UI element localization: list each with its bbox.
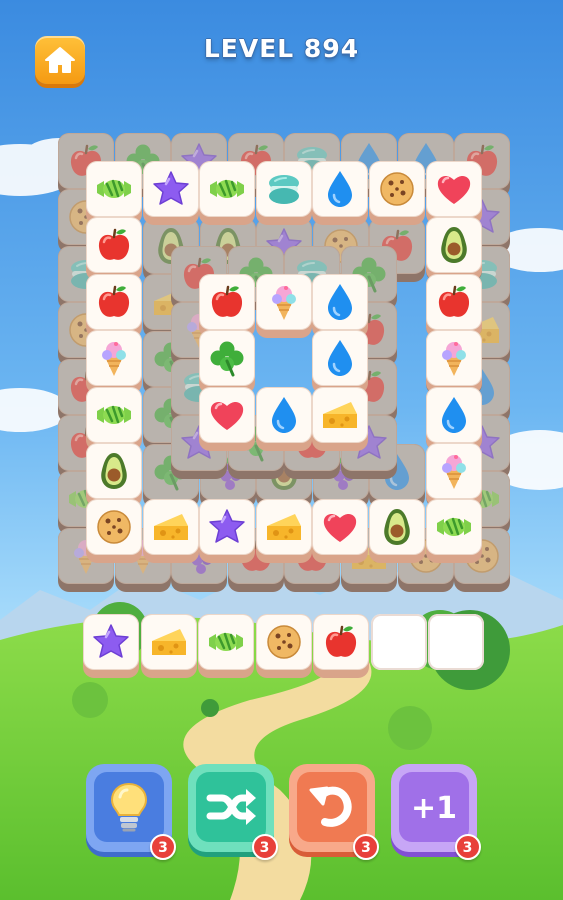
tray-slot-empty bbox=[428, 614, 484, 670]
star-icon bbox=[209, 509, 245, 544]
tile-heart[interactable] bbox=[425, 161, 482, 225]
tile-candy[interactable] bbox=[86, 161, 142, 225]
tile-cookie[interactable] bbox=[86, 499, 142, 564]
cookie-icon bbox=[380, 172, 414, 206]
tile-apple[interactable] bbox=[199, 274, 255, 338]
star-icon bbox=[93, 624, 129, 658]
tile-ice-cream[interactable] bbox=[255, 274, 312, 338]
tile-water-drop[interactable] bbox=[312, 161, 369, 225]
heart-icon bbox=[210, 401, 244, 430]
ice-cream-icon bbox=[102, 342, 126, 377]
tile-star[interactable] bbox=[199, 499, 256, 564]
macaron-icon bbox=[268, 175, 299, 204]
cookie-icon bbox=[266, 625, 301, 659]
tile-water-drop[interactable] bbox=[425, 386, 482, 451]
water-drop-icon bbox=[271, 396, 296, 433]
water-drop-icon bbox=[441, 396, 466, 433]
tile-ice-cream[interactable] bbox=[425, 443, 482, 507]
water-drop-icon bbox=[328, 340, 353, 377]
tile-water-drop[interactable] bbox=[312, 274, 369, 338]
tile-heart[interactable] bbox=[312, 499, 369, 564]
tile-ice-cream[interactable] bbox=[425, 330, 482, 395]
apple-icon bbox=[211, 285, 243, 317]
booster-count-badge: 3 bbox=[150, 834, 176, 860]
cookie-icon bbox=[97, 510, 131, 545]
shuffle-icon bbox=[206, 789, 256, 825]
tile-candy[interactable] bbox=[86, 386, 142, 451]
apple-icon bbox=[98, 285, 130, 317]
tile-apple[interactable] bbox=[86, 217, 142, 282]
clover-icon bbox=[210, 341, 244, 377]
undo-booster-button[interactable]: 3 bbox=[289, 764, 379, 860]
candy-icon bbox=[97, 179, 131, 198]
tile-candy[interactable] bbox=[425, 499, 482, 564]
tray-slot-candy[interactable] bbox=[198, 614, 254, 678]
candy-icon bbox=[210, 179, 245, 198]
tile-ice-cream[interactable] bbox=[86, 330, 142, 395]
plus-one-icon: +1 bbox=[410, 791, 456, 826]
booster-count-badge: 3 bbox=[353, 834, 379, 860]
tile-avocado[interactable] bbox=[86, 443, 142, 507]
tile-macaron[interactable] bbox=[255, 161, 312, 225]
tile-apple[interactable] bbox=[425, 273, 482, 338]
water-drop-icon bbox=[328, 284, 353, 320]
tray-slot-empty bbox=[370, 614, 427, 670]
tile-candy[interactable] bbox=[199, 161, 256, 225]
cheese-icon bbox=[151, 629, 186, 655]
plus-one-label: +1 bbox=[410, 791, 456, 826]
lightbulb-icon bbox=[110, 782, 148, 832]
tile-clover[interactable] bbox=[199, 330, 255, 395]
add-slot-booster-button[interactable]: +1 3 bbox=[390, 764, 481, 860]
tile-water-drop[interactable] bbox=[255, 386, 312, 451]
heart-icon bbox=[324, 514, 357, 543]
undo-icon bbox=[309, 786, 352, 827]
apple-icon bbox=[438, 285, 469, 317]
tile-avocado[interactable] bbox=[369, 499, 425, 564]
hint-booster-button[interactable]: 3 bbox=[86, 764, 176, 860]
candy-icon bbox=[436, 518, 471, 537]
cheese-icon bbox=[266, 514, 301, 541]
avocado-icon bbox=[440, 227, 467, 264]
avocado-icon bbox=[384, 509, 410, 546]
tile-cheese[interactable] bbox=[312, 386, 369, 451]
tile-tray bbox=[79, 610, 485, 682]
booster-count-badge: 3 bbox=[454, 834, 481, 860]
ice-cream-icon bbox=[441, 342, 466, 377]
candy-icon bbox=[209, 632, 243, 651]
tray-slot-star[interactable] bbox=[83, 614, 139, 678]
tray-slot-apple[interactable] bbox=[313, 614, 369, 678]
tile-star[interactable] bbox=[142, 161, 199, 225]
candy-icon bbox=[97, 405, 131, 424]
tray-slot-cheese[interactable] bbox=[140, 614, 197, 678]
booster-count-badge: 3 bbox=[251, 834, 278, 860]
tile-heart[interactable] bbox=[199, 386, 255, 451]
avocado-icon bbox=[101, 453, 127, 489]
ice-cream-icon bbox=[441, 455, 466, 489]
tile-cheese[interactable] bbox=[255, 499, 312, 564]
tile-cheese[interactable] bbox=[142, 499, 199, 564]
tile-board bbox=[0, 0, 563, 600]
apple-icon bbox=[325, 625, 357, 657]
water-drop-icon bbox=[328, 171, 353, 207]
heart-icon bbox=[437, 175, 470, 204]
tile-apple[interactable] bbox=[86, 273, 142, 338]
ice-cream-icon bbox=[271, 286, 296, 320]
apple-icon bbox=[98, 229, 130, 261]
shuffle-booster-button[interactable]: 3 bbox=[187, 764, 278, 860]
cheese-icon bbox=[323, 401, 358, 428]
tile-avocado[interactable] bbox=[425, 217, 482, 282]
tile-cookie[interactable] bbox=[369, 161, 425, 225]
star-icon bbox=[152, 171, 189, 205]
cheese-icon bbox=[153, 514, 188, 541]
tray-slot-cookie[interactable] bbox=[255, 614, 312, 678]
tile-water-drop[interactable] bbox=[312, 330, 369, 395]
